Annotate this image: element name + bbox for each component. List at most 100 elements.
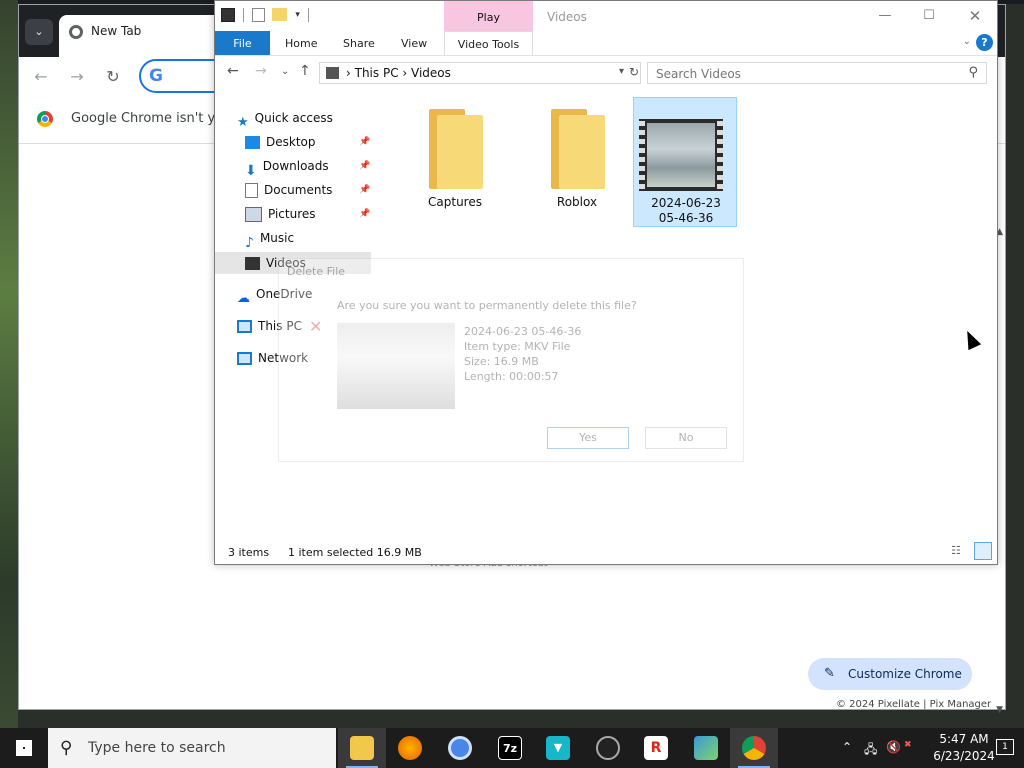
- taskbar-control-panel[interactable]: [682, 728, 730, 768]
- dialog-title: Delete File: [287, 265, 346, 278]
- scroll-down-icon[interactable]: ▼: [996, 705, 1003, 715]
- back-arrow-icon[interactable]: ←: [29, 65, 53, 89]
- taskbar-chrome[interactable]: [730, 728, 778, 768]
- folder-item-captures[interactable]: Captures: [403, 97, 507, 227]
- pin-icon[interactable]: 📌: [359, 161, 370, 171]
- desktop-icon: [245, 136, 260, 149]
- music-note-icon: ♪: [245, 235, 254, 251]
- google-g-icon: G: [149, 66, 163, 86]
- nav-music[interactable]: ♪ Music: [245, 227, 294, 251]
- pencil-icon: ✎: [824, 666, 835, 681]
- nav-downloads[interactable]: ⬇ Downloads: [245, 155, 329, 179]
- download-arrow-icon: ⬇: [245, 163, 257, 179]
- help-icon[interactable]: ?: [976, 34, 993, 51]
- yes-button[interactable]: Yes: [547, 427, 629, 449]
- folder-item-roblox[interactable]: Roblox: [525, 97, 629, 227]
- video-file-item[interactable]: 2024-06-23 05-46-36: [633, 97, 737, 227]
- no-button[interactable]: No: [645, 427, 727, 449]
- tab-home[interactable]: Home: [285, 31, 317, 55]
- taskbar-search-box[interactable]: ⚲ Type here to search: [48, 728, 336, 768]
- nav-documents[interactable]: Documents: [245, 179, 332, 201]
- computer-icon: [237, 320, 252, 333]
- reload-icon[interactable]: ↻: [101, 65, 125, 89]
- item-label: Captures: [428, 195, 482, 209]
- start-button[interactable]: [0, 728, 48, 768]
- firefox-icon: [398, 736, 422, 760]
- taskbar-obs[interactable]: [584, 728, 632, 768]
- taskbar-firefox[interactable]: [386, 728, 434, 768]
- tab-file[interactable]: File: [215, 31, 270, 55]
- breadcrumb-videos[interactable]: Videos: [411, 66, 451, 80]
- window-title: Videos: [547, 10, 587, 24]
- qat-dropdown-icon[interactable]: ▾: [295, 10, 300, 20]
- qat-separator: [242, 7, 244, 22]
- taskbar-vpn[interactable]: ▼: [534, 728, 582, 768]
- search-input[interactable]: [654, 65, 958, 83]
- quick-access-toolbar: ▾: [221, 7, 313, 25]
- windows-logo-icon: [16, 740, 32, 756]
- network-icon: [237, 352, 252, 365]
- maximize-icon[interactable]: ☐: [915, 6, 943, 26]
- folder-icon: [429, 109, 483, 189]
- close-icon[interactable]: ✕: [961, 6, 989, 26]
- notifications-icon[interactable]: 1: [996, 739, 1014, 755]
- chrome-logo-icon: [37, 111, 53, 127]
- tab-share[interactable]: Share: [343, 31, 375, 55]
- nav-quick-access[interactable]: ★ Quick access: [237, 107, 333, 130]
- item-count: 3 items: [228, 546, 270, 559]
- refresh-icon[interactable]: ↻: [629, 65, 639, 79]
- address-bar[interactable]: › This PC › Videos ▾ ↻: [319, 62, 641, 84]
- video-app-icon: [221, 7, 235, 22]
- ribbon-tabs: File Home Share View Video Tools ⌄ ?: [215, 31, 997, 56]
- dialog-item-type: Item type: MKV File: [464, 340, 571, 353]
- network-tray-icon[interactable]: 🖧: [864, 740, 877, 761]
- document-icon: [245, 183, 258, 198]
- tab-video-tools[interactable]: Video Tools: [444, 31, 533, 55]
- dialog-file-name: 2024-06-23 05-46-36: [464, 325, 582, 338]
- search-icon[interactable]: ⚲: [968, 65, 978, 80]
- properties-icon[interactable]: [251, 7, 265, 22]
- forward-arrow-icon[interactable]: →: [255, 63, 267, 79]
- tab-view[interactable]: View: [401, 31, 427, 55]
- tab-search-chevron-icon[interactable]: ⌄: [25, 19, 53, 45]
- clock-time: 5:47 AM: [939, 732, 989, 746]
- taskbar-clock[interactable]: 5:47 AM 6/23/2024: [930, 731, 998, 765]
- pin-icon[interactable]: 📌: [359, 185, 370, 195]
- star-icon: ★: [237, 115, 249, 130]
- status-bar: 3 items 1 item selected 16.9 MB ☷: [215, 541, 997, 563]
- shield-vpn-icon: ▼: [546, 736, 570, 760]
- minimize-icon[interactable]: —: [871, 6, 899, 26]
- pictures-icon: [245, 207, 262, 222]
- taskbar-file-explorer[interactable]: [338, 728, 386, 768]
- video-film-icon: [245, 257, 260, 270]
- warning-icon[interactable]: ✖: [904, 740, 912, 750]
- dialog-file-thumbnail: [337, 323, 455, 409]
- large-icons-view-icon[interactable]: [974, 542, 992, 560]
- ribbon-expand-chevron-icon[interactable]: ⌄: [963, 36, 971, 47]
- search-box[interactable]: ⚲: [647, 62, 987, 84]
- new-folder-icon[interactable]: [272, 8, 288, 21]
- nav-pictures[interactable]: Pictures: [245, 203, 316, 225]
- taskbar-chromium[interactable]: [436, 728, 484, 768]
- file-explorer-icon: [350, 736, 374, 760]
- system-tray: ⌃ 🖧 🔇 ✖ 5:47 AM 6/23/2024 1: [834, 728, 1024, 768]
- show-hidden-icons-chevron-icon[interactable]: ⌃: [842, 740, 852, 754]
- recent-locations-chevron-icon[interactable]: ⌄: [281, 66, 289, 77]
- nav-desktop[interactable]: Desktop: [245, 131, 316, 153]
- pin-icon[interactable]: 📌: [359, 209, 370, 219]
- back-arrow-icon[interactable]: ←: [227, 63, 239, 79]
- volume-muted-icon[interactable]: 🔇: [886, 740, 901, 754]
- pin-icon[interactable]: 📌: [359, 137, 370, 147]
- desktop-wallpaper-edge: [0, 0, 18, 728]
- customize-chrome-button[interactable]: ✎ Customize Chrome: [808, 658, 972, 690]
- windows-taskbar: ⚲ Type here to search 7z ▼ R ⌃ 🖧 🔇 ✖ 5:4…: [0, 728, 1024, 768]
- forward-arrow-icon[interactable]: →: [65, 65, 89, 89]
- taskbar-7zip[interactable]: 7z: [486, 728, 534, 768]
- chromium-icon: [448, 736, 472, 760]
- up-arrow-icon[interactable]: ↑: [299, 63, 311, 79]
- taskbar-roblox[interactable]: R: [632, 728, 680, 768]
- details-view-icon[interactable]: ☷: [951, 544, 967, 558]
- address-dropdown-icon[interactable]: ▾: [619, 66, 624, 77]
- breadcrumb-this-pc[interactable]: This PC: [355, 66, 399, 80]
- selection-info: 1 item selected 16.9 MB: [288, 546, 422, 559]
